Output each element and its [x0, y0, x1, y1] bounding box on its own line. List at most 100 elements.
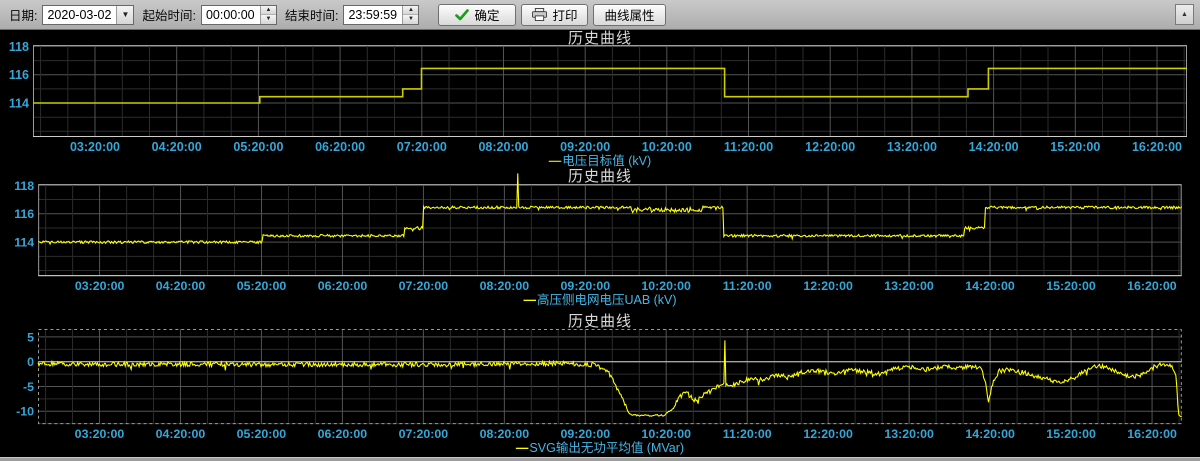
x-tick-label: 12:20:00: [805, 140, 855, 154]
start-time-label: 起始时间:: [142, 5, 195, 24]
x-tick-label: 05:20:00: [237, 279, 287, 293]
x-tick-label: 06:20:00: [315, 140, 365, 154]
series-line: [33, 68, 1187, 103]
spinner-up-icon[interactable]: ▲: [261, 6, 276, 16]
plot-border: [34, 46, 1187, 137]
x-tick-label: 03:20:00: [75, 279, 125, 293]
plot-border: [39, 184, 1182, 275]
y-tick-label: -10: [16, 405, 34, 419]
y-tick-label: 116: [9, 68, 29, 82]
x-tick-label: 03:20:00: [70, 140, 120, 154]
date-label: 日期:: [9, 5, 37, 24]
start-time-spinbox[interactable]: 00:00:00 ▲ ▼: [201, 5, 277, 25]
y-tick-label: 114: [14, 236, 34, 250]
x-tick-label: 10:20:00: [641, 279, 691, 293]
y-tick-label: 114: [9, 97, 29, 111]
chart-plot: 5 0 -5 -10 03:20:00 04:20:00 05:20:00 06:20:00 0…: [0, 329, 1200, 441]
x-tick-label: 07:20:00: [399, 279, 449, 293]
legend-line-sample: —: [516, 441, 529, 455]
chart-title: 历史曲线: [0, 30, 1200, 45]
x-tick-label: 14:20:00: [965, 279, 1015, 293]
x-tick-label: 07:20:00: [399, 427, 449, 441]
spinner-up-icon[interactable]: ▲: [403, 6, 418, 16]
y-tick-label: 116: [14, 207, 34, 221]
end-time-value: 23:59:59: [344, 6, 402, 24]
dropdown-arrow-icon[interactable]: ▼: [116, 6, 133, 24]
x-tick-label: 08:20:00: [480, 427, 530, 441]
x-tick-label: 13:20:00: [884, 427, 934, 441]
chart-title: 历史曲线: [0, 168, 1200, 184]
svg-reactive-power-chart-panel: 历史曲线 5 0 -5 -10 03:20:00 04:20:00 05:20:00 06:2…: [0, 307, 1200, 458]
chart-title: 历史曲线: [0, 307, 1200, 329]
y-tick-label: 118: [9, 40, 29, 54]
x-tick-label: 05:20:00: [233, 140, 283, 154]
date-value: 2020-03-02: [43, 6, 116, 24]
x-tick-label: 11:20:00: [724, 140, 773, 154]
x-tick-label: 06:20:00: [318, 279, 368, 293]
toolbar: 日期: 2020-03-02 ▼ 起始时间: 00:00:00 ▲ ▼ 结束时间…: [0, 0, 1200, 30]
x-tick-label: 11:20:00: [723, 427, 772, 441]
y-tick-label: 5: [27, 330, 34, 344]
x-tick-label: 15:20:00: [1046, 279, 1096, 293]
x-tick-label: 08:20:00: [478, 140, 528, 154]
y-tick-label: 118: [14, 179, 34, 193]
end-time-spinbox[interactable]: 23:59:59 ▲ ▼: [343, 5, 419, 25]
x-tick-label: 13:20:00: [884, 279, 934, 293]
x-tick-label: 12:20:00: [803, 427, 853, 441]
x-tick-label: 11:20:00: [723, 279, 772, 293]
x-tick-label: 16:20:00: [1132, 140, 1182, 154]
x-tick-label: 04:20:00: [152, 140, 202, 154]
end-time-label: 结束时间:: [285, 5, 338, 24]
toolbar-overflow-icon: ▲: [1181, 11, 1188, 18]
ok-button[interactable]: 确定: [438, 4, 516, 26]
x-tick-label: 14:20:00: [965, 427, 1015, 441]
x-tick-label: 03:20:00: [75, 427, 125, 441]
x-tick-label: 15:20:00: [1050, 140, 1100, 154]
spinner-down-icon[interactable]: ▼: [403, 15, 418, 24]
x-tick-label: 05:20:00: [237, 427, 287, 441]
x-tick-label: 09:20:00: [560, 140, 610, 154]
curve-properties-button[interactable]: 曲线属性: [593, 4, 665, 26]
print-button[interactable]: 打印: [521, 4, 588, 26]
spinner-down-icon[interactable]: ▼: [261, 15, 276, 24]
legend-line-sample: —: [523, 293, 536, 307]
x-tick-label: 04:20:00: [156, 427, 206, 441]
spinner-buttons: ▲ ▼: [402, 6, 418, 24]
chart-plot: 11811611403:20:0004:20:0005:20:0006:20:0…: [0, 184, 1200, 293]
legend-label: 高压侧电网电压UAB (kV): [537, 293, 677, 307]
chart-legend: —电压目标值 (kV): [0, 154, 1200, 168]
history-curve-window: 日期: 2020-03-02 ▼ 起始时间: 00:00:00 ▲ ▼ 结束时间…: [0, 0, 1200, 461]
start-time-value: 00:00:00: [202, 6, 260, 24]
x-tick-label: 04:20:00: [156, 279, 206, 293]
target-voltage-chart-panel: 历史曲线 118 116 114 03:20:00 04:20:00 05:20:00 06…: [0, 30, 1200, 168]
legend-label: SVG输出无功平均值 (MVar): [529, 441, 684, 455]
x-tick-label: 16:20:00: [1127, 279, 1177, 293]
chart-plot: 11811611403:20:0004:20:0005:20:0006:20:0…: [0, 45, 1200, 154]
x-tick-label: 12:20:00: [803, 279, 853, 293]
y-tick-label: -5: [23, 380, 34, 394]
toolbar-overflow-button[interactable]: ▲: [1175, 4, 1194, 25]
x-tick-label: 07:20:00: [397, 140, 447, 154]
x-tick-label: 15:20:00: [1046, 427, 1096, 441]
printer-icon: [532, 8, 547, 21]
x-tick-label: 10:20:00: [642, 140, 692, 154]
legend-label: 电压目标值 (kV): [562, 154, 651, 168]
x-tick-label: 13:20:00: [887, 140, 937, 154]
x-tick-label: 10:20:00: [641, 427, 691, 441]
x-tick-label: 06:20:00: [318, 427, 368, 441]
series-line: [38, 340, 1182, 416]
x-tick-label: 08:20:00: [480, 279, 530, 293]
chart-legend: —SVG输出无功平均值 (MVar): [0, 441, 1200, 455]
x-tick-label: 16:20:00: [1127, 427, 1177, 441]
chart-legend: —高压侧电网电压UAB (kV): [0, 293, 1200, 307]
legend-line-sample: —: [549, 154, 562, 168]
x-tick-label: 09:20:00: [561, 427, 611, 441]
window-bottom-edge: [0, 457, 1200, 461]
date-combobox[interactable]: 2020-03-02 ▼: [42, 5, 134, 25]
y-tick-label: 0: [27, 355, 34, 369]
spinner-buttons: ▲ ▼: [260, 6, 276, 24]
x-tick-label: 09:20:00: [561, 279, 611, 293]
grid-voltage-chart-panel: 历史曲线 118 116 114 03:20:00 04:20:00 05:20:00 06…: [0, 168, 1200, 307]
green-check-icon: [455, 9, 469, 21]
x-tick-label: 14:20:00: [969, 140, 1019, 154]
